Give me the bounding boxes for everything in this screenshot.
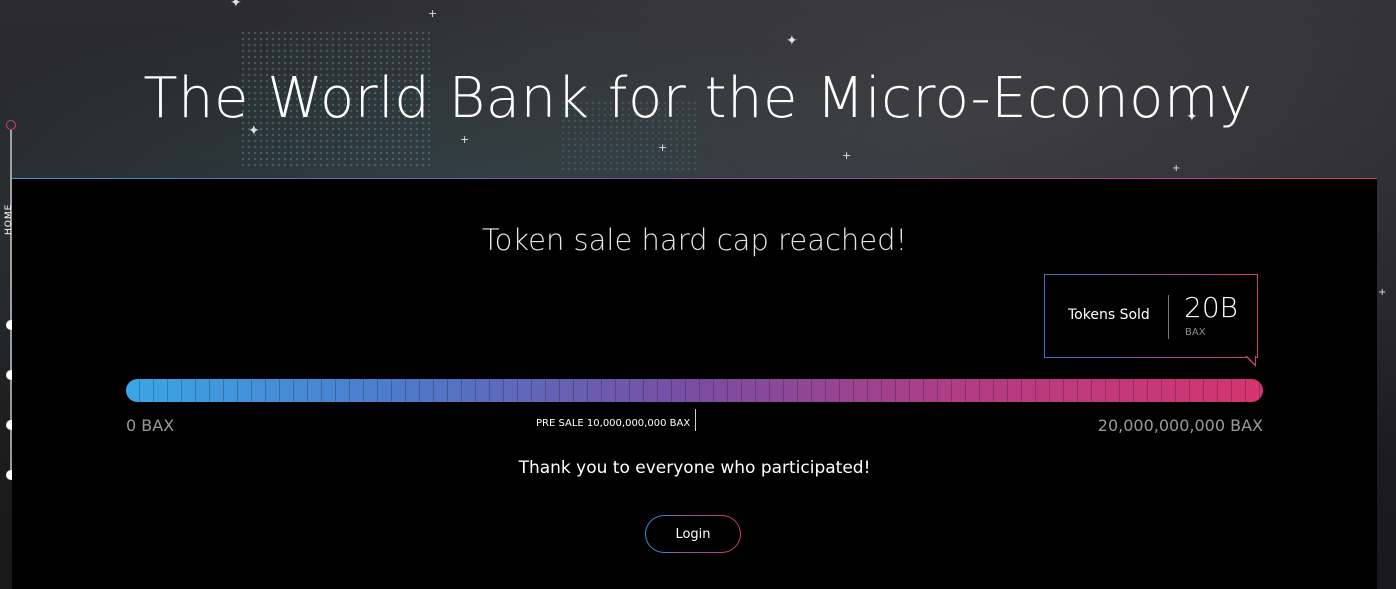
progress-max-label: 20,000,000,000 BAX (1097, 416, 1263, 435)
star-decoration: + (842, 149, 852, 162)
star-decoration: ✦ (230, 0, 242, 11)
progress-min-label: 0 BAX (126, 416, 175, 435)
login-button[interactable]: Login (645, 515, 741, 553)
token-sale-heading: Token sale hard cap reached! (481, 223, 908, 257)
callout-pointer-inner (1247, 356, 1255, 364)
side-nav-active-ring[interactable] (6, 120, 16, 130)
sale-progress-bar (126, 379, 1263, 402)
star-decoration: ✦ (786, 33, 798, 49)
star-decoration: + (460, 133, 470, 146)
tokens-sold-value: 20B (1184, 291, 1238, 324)
tokens-sold-divider (1168, 295, 1169, 339)
sale-progress-ticks (126, 379, 1263, 402)
tokens-sold-label: Tokens Sold (1068, 307, 1150, 323)
hero-background: ✦ + ✦ ✦ + + + ✦ + + The World Bank for t… (0, 0, 1396, 589)
tokens-sold-callout: Tokens Sold 20B BAX (1044, 274, 1258, 358)
tokens-sold-unit: BAX (1185, 327, 1206, 338)
star-decoration: + (1172, 163, 1181, 174)
presale-label: PRE SALE 10,000,000,000 BAX (536, 418, 691, 429)
presale-marker (695, 409, 696, 431)
star-decoration: + (428, 7, 438, 20)
thank-you-message: Thank you to everyone who participated! (518, 458, 871, 478)
token-sale-panel: Token sale hard cap reached! Tokens Sold… (12, 178, 1377, 589)
star-decoration: + (1378, 287, 1387, 298)
page-title: The World Bank for the Micro-Economy (143, 66, 1253, 131)
